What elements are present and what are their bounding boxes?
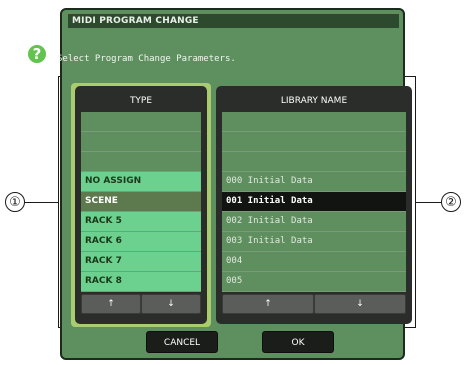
library-scroll-up-button[interactable]: ↑ (222, 294, 314, 314)
library-list-item[interactable] (222, 152, 406, 172)
type-scroll-up-button[interactable]: ↑ (81, 294, 141, 314)
type-list-item[interactable] (81, 112, 201, 132)
library-name-panel: LIBRARY NAME 000 Initial Data 001 Initia… (216, 86, 412, 324)
dialog-title: MIDI PROGRAM CHANGE (68, 14, 399, 28)
library-list-item[interactable]: 003 Initial Data (222, 232, 406, 252)
callout-number-2: ② (441, 192, 461, 212)
type-list-item[interactable]: RACK 7 (81, 252, 201, 272)
ok-button[interactable]: OK (262, 331, 334, 353)
library-name-list: 000 Initial Data 001 Initial Data 002 In… (222, 112, 406, 292)
cancel-button[interactable]: CANCEL (146, 331, 218, 353)
type-column-header: TYPE (129, 96, 153, 106)
callout-line-left (24, 202, 58, 203)
type-list-item[interactable]: NO ASSIGN (81, 172, 201, 192)
library-list-item[interactable]: 005 (222, 272, 406, 292)
library-name-column-header: LIBRARY NAME (280, 96, 348, 106)
type-scroll-down-button[interactable]: ↓ (141, 294, 201, 314)
library-list-item[interactable]: 000 Initial Data (222, 172, 406, 192)
library-list-item-selected[interactable]: 001 Initial Data (222, 192, 406, 212)
type-list-item-selected[interactable]: SCENE (81, 192, 201, 212)
callout-number-1: ① (5, 192, 25, 212)
library-list-item[interactable]: 004 (222, 252, 406, 272)
type-list: NO ASSIGN SCENE RACK 5 RACK 6 RACK 7 RAC… (81, 112, 201, 292)
library-scroll-down-button[interactable]: ↓ (314, 294, 406, 314)
type-list-item[interactable] (81, 152, 201, 172)
type-panel: TYPE NO ASSIGN SCENE RACK 5 RACK 6 RACK … (75, 86, 207, 324)
type-list-item[interactable]: RACK 6 (81, 232, 201, 252)
type-list-item[interactable]: RACK 8 (81, 272, 201, 292)
callout-line-right (416, 202, 444, 203)
type-list-item[interactable] (81, 132, 201, 152)
library-list-item[interactable] (222, 112, 406, 132)
question-mark-icon: ? (26, 43, 48, 65)
library-list-item[interactable] (222, 132, 406, 152)
library-list-item[interactable]: 002 Initial Data (222, 212, 406, 232)
instruction-text: Select Program Change Parameters. (57, 54, 236, 64)
type-list-item[interactable]: RACK 5 (81, 212, 201, 232)
